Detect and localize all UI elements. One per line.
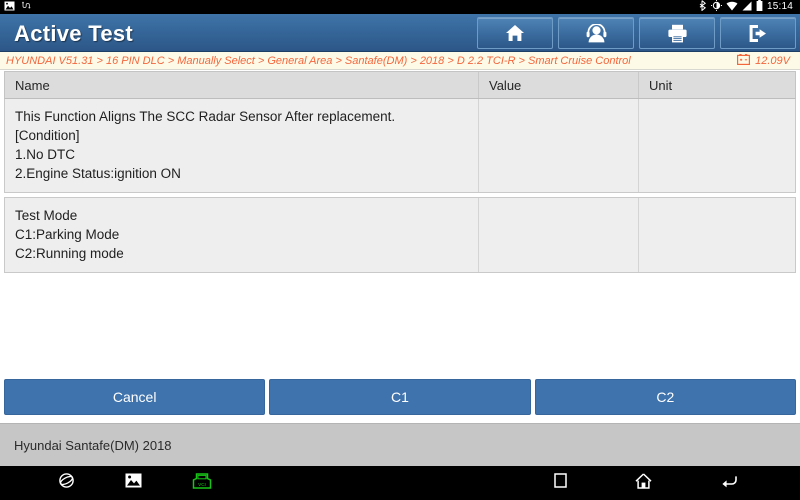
cell-value bbox=[479, 99, 639, 192]
table-header-row: Name Value Unit bbox=[4, 71, 796, 99]
system-status-bar: 15:14 bbox=[0, 0, 800, 14]
system-clock: 15:14 bbox=[766, 1, 793, 12]
voltage-value: 12.09V bbox=[755, 54, 790, 67]
cell-line: 2.Engine Status:ignition ON bbox=[15, 166, 181, 181]
back-icon[interactable] bbox=[720, 473, 738, 493]
home-icon[interactable] bbox=[635, 472, 652, 494]
nav-shortcuts: VCI bbox=[0, 472, 212, 494]
voltage-indicator: 12.09V bbox=[737, 52, 794, 70]
breadcrumb-bar: HYUNDAI V51.31 > 16 PIN DLC > Manually S… bbox=[0, 52, 800, 70]
home-icon bbox=[505, 24, 525, 42]
app-header: Active Test bbox=[0, 14, 800, 52]
exit-button[interactable] bbox=[720, 17, 796, 49]
cell-value bbox=[479, 198, 639, 272]
page-title: Active Test bbox=[14, 21, 134, 46]
cell-line: C2:Running mode bbox=[15, 246, 124, 261]
cell-line: This Function Aligns The SCC Radar Senso… bbox=[15, 109, 396, 124]
action-button-bar: Cancel C1 C2 bbox=[0, 379, 800, 415]
cell-line: [Condition] bbox=[15, 128, 80, 143]
cell-name: This Function Aligns The SCC Radar Senso… bbox=[5, 99, 479, 192]
device-screen: 15:14 Active Test HYUNDAI V51.31 > 16 PI… bbox=[0, 0, 800, 500]
column-header-unit: Unit bbox=[649, 77, 673, 93]
printer-icon bbox=[667, 24, 688, 43]
cell-line: C1:Parking Mode bbox=[15, 227, 120, 242]
cell-unit bbox=[639, 198, 795, 272]
table-row[interactable]: This Function Aligns The SCC Radar Senso… bbox=[4, 99, 796, 193]
headset-icon bbox=[586, 23, 607, 43]
browser-icon[interactable] bbox=[58, 472, 75, 494]
vci-icon[interactable]: VCI bbox=[192, 472, 212, 494]
support-button[interactable] bbox=[558, 17, 634, 49]
column-header-name: Name bbox=[5, 72, 479, 98]
c2-button[interactable]: C2 bbox=[534, 379, 796, 415]
c1-button[interactable]: C1 bbox=[269, 379, 531, 415]
android-navigation-bar: VCI bbox=[0, 466, 800, 500]
cancel-button[interactable]: Cancel bbox=[4, 379, 266, 415]
cell-name: Test Mode C1:Parking Mode C2:Running mod… bbox=[5, 198, 479, 272]
table-row[interactable]: Test Mode C1:Parking Mode C2:Running mod… bbox=[4, 197, 796, 273]
cell-line: 1.No DTC bbox=[15, 147, 76, 162]
svg-text:VCI: VCI bbox=[198, 482, 206, 487]
car-battery-icon bbox=[737, 52, 751, 70]
vehicle-label: Hyundai Santafe(DM) 2018 bbox=[14, 437, 172, 453]
header-toolbar bbox=[477, 17, 796, 49]
nav-system-buttons bbox=[554, 472, 800, 494]
column-header-value: Value bbox=[479, 72, 639, 98]
home-button[interactable] bbox=[477, 17, 553, 49]
exit-icon bbox=[748, 24, 768, 43]
cell-line: Test Mode bbox=[15, 208, 78, 223]
breadcrumb: HYUNDAI V51.31 > 16 PIN DLC > Manually S… bbox=[6, 54, 631, 67]
cell-unit bbox=[639, 99, 795, 192]
vehicle-status-bar: Hyundai Santafe(DM) 2018 bbox=[0, 423, 800, 466]
active-test-table: Name Value Unit This Function Aligns The… bbox=[4, 71, 796, 273]
print-button[interactable] bbox=[639, 17, 715, 49]
gallery-icon[interactable] bbox=[125, 473, 142, 493]
recents-icon[interactable] bbox=[554, 473, 567, 493]
